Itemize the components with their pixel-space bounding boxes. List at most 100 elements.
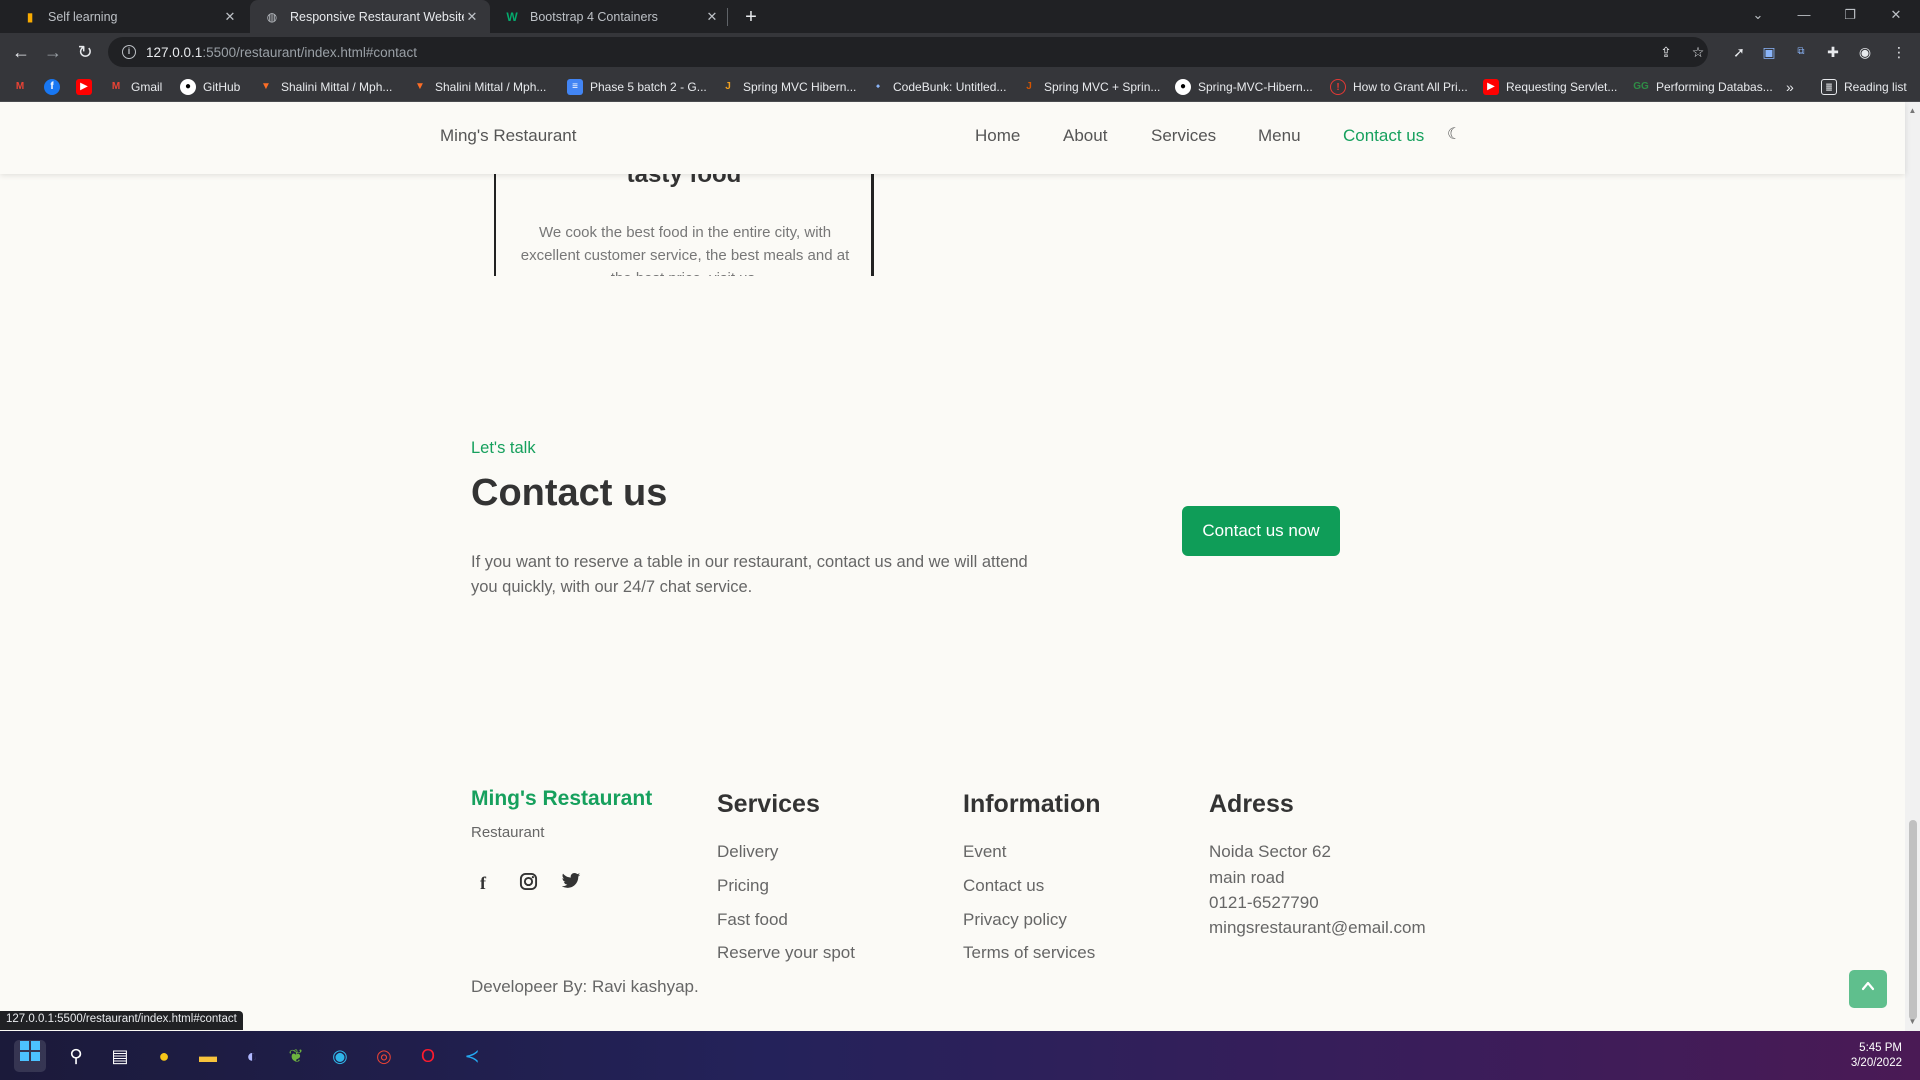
facebook-icon[interactable]: f — [472, 872, 494, 894]
nav-about[interactable]: About — [1063, 126, 1107, 146]
minimize-button[interactable]: — — [1786, 0, 1822, 30]
share-icon[interactable]: ⇪ — [1653, 37, 1679, 67]
page-viewport: Ming's Restaurant Home About Services Me… — [0, 102, 1920, 1031]
footer-information-title: Information — [963, 790, 1101, 818]
windows-start-icon[interactable] — [14, 1040, 46, 1072]
bookmark-youtube[interactable]: ▶ — [76, 76, 99, 98]
bookmark-label: Spring MVC Hibern... — [743, 80, 857, 94]
window-extension-icon[interactable]: ▣ — [1756, 39, 1782, 65]
chevron-up-icon — [1861, 981, 1875, 991]
tab-label: Self learning — [48, 9, 118, 24]
avatar[interactable]: ◉ — [1852, 39, 1878, 65]
bookmark-label: Shalini Mittal / Mph... — [281, 80, 393, 94]
clock-date: 3/20/2022 — [1850, 1057, 1902, 1069]
scroll-to-top-button[interactable] — [1849, 970, 1887, 1008]
bookmarks-overflow-button[interactable]: » — [1786, 76, 1794, 98]
address-bar[interactable]: i 127.0.0.1:5500/restaurant/index.html#c… — [108, 37, 1708, 67]
footer-link-reserve[interactable]: Reserve your spot — [717, 943, 855, 963]
bookmark-gmail[interactable]: M Gmail — [108, 76, 163, 98]
close-window-button[interactable]: ✕ — [1878, 0, 1914, 30]
contact-subtitle: Let's talk — [471, 439, 536, 457]
copy-extension-icon[interactable]: ⧉ — [1788, 39, 1814, 65]
close-icon[interactable]: ✕ — [704, 9, 720, 25]
nav-services[interactable]: Services — [1151, 126, 1216, 146]
task-view-icon[interactable]: ▤ — [104, 1040, 136, 1072]
windows-taskbar: ⚲ ▤ ● ▬ ◐ ❦ ◉ ◎ O ≺ 5:45 PM 3/20/2022 — [0, 1031, 1920, 1080]
nav-menu[interactable]: Menu — [1258, 126, 1301, 146]
bookmark-label: How to Grant All Pri... — [1353, 80, 1468, 94]
bookmark-star-icon[interactable]: ☆ — [1685, 37, 1711, 67]
nav-home[interactable]: Home — [975, 126, 1020, 146]
footer-address-line: main road — [1209, 868, 1285, 887]
url-host: 127.0.0.1 — [146, 44, 203, 60]
search-icon[interactable]: ⚲ — [60, 1040, 92, 1072]
footer-link-privacy[interactable]: Privacy policy — [963, 910, 1067, 930]
opera-icon[interactable]: O — [412, 1040, 444, 1072]
tab-restaurant[interactable]: ◍ Responsive Restaurant Website ✕ — [250, 0, 490, 33]
footer-brand[interactable]: Ming's Restaurant — [471, 787, 652, 811]
restore-button[interactable]: ❐ — [1832, 0, 1868, 30]
moon-icon[interactable]: ☾ — [1447, 124, 1465, 143]
info-icon[interactable]: i — [122, 45, 136, 59]
footer-link-contact[interactable]: Contact us — [963, 876, 1044, 896]
bookmark-docs[interactable]: ≡ Phase 5 batch 2 - G... — [567, 76, 707, 98]
chrome-icon[interactable]: ◎ — [368, 1040, 400, 1072]
close-icon[interactable]: ✕ — [464, 9, 480, 25]
bookmark-label: Phase 5 batch 2 - G... — [590, 80, 707, 94]
tab-search-icon[interactable]: ⌄ — [1740, 0, 1776, 30]
bookmark-codebunk[interactable]: ⬩ CodeBunk: Untitled... — [870, 76, 1006, 98]
new-tab-button[interactable]: + — [738, 4, 764, 30]
bookmark-label: Requesting Servlet... — [1506, 80, 1618, 94]
scrollbar-thumb[interactable] — [1909, 820, 1917, 1020]
more-menu-icon[interactable]: ⋮ — [1886, 39, 1912, 65]
page-scrollbar[interactable]: ▲ ▼ — [1905, 102, 1920, 1031]
back-button[interactable]: ← — [8, 39, 34, 65]
bookmark-servlet[interactable]: ▶ Requesting Servlet... — [1483, 76, 1617, 98]
bookmark-gitlab-2[interactable]: ▼ Shalini Mittal / Mph... — [412, 76, 546, 98]
spring-tools-icon[interactable]: ❦ — [280, 1040, 312, 1072]
reading-list-icon: ≣ — [1821, 79, 1837, 95]
bookmark-label: GitHub — [203, 80, 241, 94]
bookmark-gitlab-1[interactable]: ▼ Shalini Mittal / Mph... — [258, 76, 392, 98]
footer-email: mingsrestaurant@email.com — [1209, 918, 1426, 937]
scroll-up-arrow-icon[interactable]: ▲ — [1907, 106, 1918, 116]
forward-button[interactable]: → — [40, 39, 66, 65]
footer-link-event[interactable]: Event — [963, 842, 1006, 862]
cursor-extension-icon[interactable]: ➚ — [1726, 39, 1752, 65]
bookmark-github-2[interactable]: ● Spring-MVC-Hibern... — [1175, 76, 1313, 98]
footer-link-terms[interactable]: Terms of services — [963, 943, 1095, 963]
twitter-icon[interactable] — [560, 872, 582, 894]
bookmark-label: CodeBunk: Untitled... — [893, 80, 1007, 94]
close-icon[interactable]: ✕ — [222, 9, 238, 25]
clock-time: 5:45 PM — [1859, 1042, 1902, 1054]
contact-us-now-button[interactable]: Contact us now — [1182, 506, 1340, 556]
file-explorer-icon[interactable]: ▬ — [192, 1040, 224, 1072]
nav-contact[interactable]: Contact us — [1343, 126, 1424, 146]
tab-label: Bootstrap 4 Containers — [530, 9, 658, 24]
gmail-icon: M — [15, 81, 25, 92]
footer-link-delivery[interactable]: Delivery — [717, 842, 778, 862]
instagram-icon[interactable] — [517, 872, 539, 894]
bookmark-spring[interactable]: J Spring MVC + Sprin... — [1021, 76, 1160, 98]
bookmark-java[interactable]: J Spring MVC Hibern... — [720, 76, 856, 98]
site-brand-link[interactable]: Ming's Restaurant — [440, 126, 576, 146]
vscode-icon[interactable]: ≺ — [456, 1040, 488, 1072]
tab-bootstrap[interactable]: W Bootstrap 4 Containers ✕ — [490, 0, 730, 33]
edge-icon[interactable]: ◉ — [324, 1040, 356, 1072]
scroll-down-arrow-icon[interactable]: ▼ — [1907, 1017, 1918, 1027]
reload-button[interactable]: ↻ — [72, 39, 98, 65]
tab-self-learning[interactable]: ▮ Self learning ✕ — [8, 0, 248, 33]
widgets-icon[interactable]: ● — [148, 1040, 180, 1072]
bookmark-grant[interactable]: ! How to Grant All Pri... — [1330, 76, 1468, 98]
taskbar-clock[interactable]: 5:45 PM 3/20/2022 — [1851, 1041, 1902, 1071]
bookmark-facebook[interactable]: f — [44, 76, 67, 98]
footer-link-pricing[interactable]: Pricing — [717, 876, 769, 896]
bookmark-gmail-icon-only[interactable]: M — [12, 76, 35, 98]
footer-link-fast-food[interactable]: Fast food — [717, 910, 788, 930]
bookmark-github[interactable]: ● GitHub — [180, 76, 240, 98]
bookmark-database[interactable]: GG Performing Databas... — [1633, 76, 1773, 98]
reading-list-button[interactable]: ≣ Reading list — [1821, 76, 1907, 98]
eclipse-icon[interactable]: ◐ — [236, 1040, 268, 1072]
bookmark-label: Gmail — [131, 80, 163, 94]
puzzle-icon[interactable]: ✚ — [1820, 39, 1846, 65]
